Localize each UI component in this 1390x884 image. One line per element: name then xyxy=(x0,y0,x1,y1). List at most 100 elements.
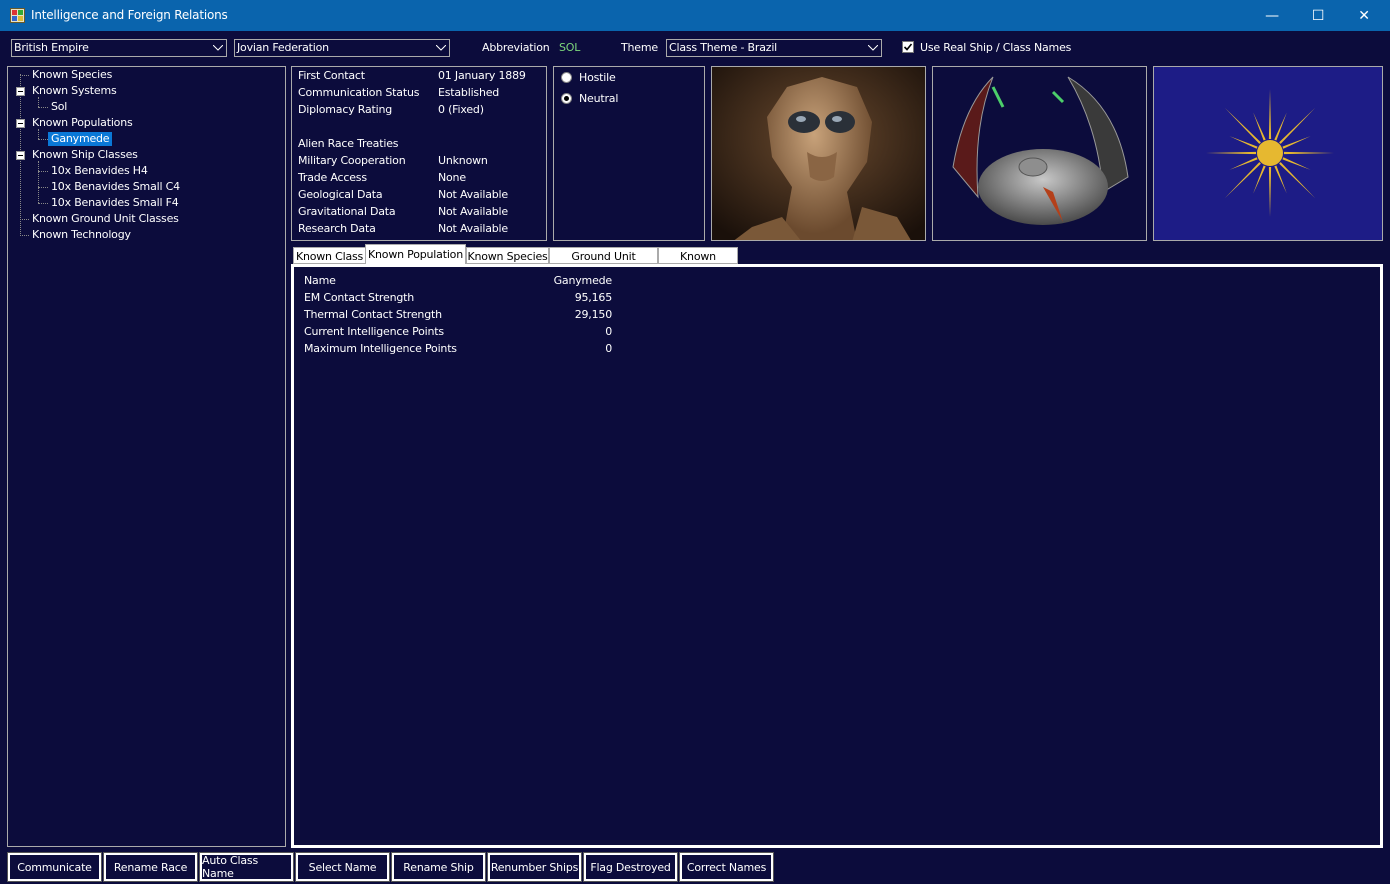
info-label: Diplomacy Rating xyxy=(298,103,393,116)
theme-label: Theme xyxy=(621,41,658,54)
chevron-down-icon xyxy=(432,40,449,56)
sun-disc xyxy=(1257,140,1283,166)
checkmark-icon xyxy=(903,43,913,51)
population-value: 0 xyxy=(605,325,612,338)
tree-line xyxy=(20,75,29,76)
chevron-down-icon xyxy=(864,40,881,56)
info-value: Unknown xyxy=(438,154,488,167)
hostile-radio[interactable] xyxy=(561,72,572,83)
info-label: Trade Access xyxy=(298,171,367,184)
population-value: 95,165 xyxy=(574,291,612,304)
maximize-icon: ☐ xyxy=(1311,7,1325,24)
collapse-populations-toggle[interactable] xyxy=(16,119,25,128)
tree-item-ship-class[interactable]: 10x Benavides Small F4 xyxy=(51,196,179,210)
info-label: First Contact xyxy=(298,69,365,82)
tree-item-known-technology[interactable]: Known Technology xyxy=(32,228,131,242)
collapse-ship-classes-toggle[interactable] xyxy=(16,151,25,160)
tree-line xyxy=(38,107,48,108)
sun-flag-icon xyxy=(1206,89,1334,217)
sun-ray xyxy=(1253,165,1266,194)
chevron-down-icon xyxy=(209,40,226,56)
tab-known-species[interactable]: Known Species xyxy=(466,247,549,264)
select-name-button[interactable]: Select Name xyxy=(295,852,390,882)
maximize-button[interactable]: ☐ xyxy=(1295,0,1341,31)
info-value: Not Available xyxy=(438,222,508,235)
tree-line xyxy=(38,139,48,140)
tree-item-ship-class[interactable]: 10x Benavides H4 xyxy=(51,164,148,178)
species-image[interactable] xyxy=(711,66,926,241)
abbreviation-label: Abbreviation xyxy=(482,41,550,54)
tree-item-known-ship-classes[interactable]: Known Ship Classes xyxy=(32,148,138,162)
auto-class-name-button[interactable]: Auto Class Name xyxy=(199,852,294,882)
tree-item-ship-class[interactable]: 10x Benavides Small C4 xyxy=(51,180,180,194)
tree-item-known-species[interactable]: Known Species xyxy=(32,68,112,82)
renumber-ships-button[interactable]: Renumber Ships xyxy=(487,852,582,882)
close-button[interactable]: ✕ xyxy=(1341,0,1387,31)
stance-panel xyxy=(553,66,705,241)
sun-ray xyxy=(1282,136,1311,149)
tree-item-known-ground-unit-classes[interactable]: Known Ground Unit Classes xyxy=(32,212,179,226)
population-label: Maximum Intelligence Points xyxy=(304,342,457,355)
abbreviation-value[interactable]: SOL xyxy=(559,41,580,54)
close-icon: ✕ xyxy=(1358,7,1370,24)
race-select[interactable]: British Empire xyxy=(11,39,227,57)
ship-image[interactable] xyxy=(932,66,1147,241)
info-value: Established xyxy=(438,86,500,99)
alien-race-select[interactable]: Jovian Federation xyxy=(234,39,450,57)
sun-ray xyxy=(1283,151,1334,155)
flag-image[interactable] xyxy=(1153,66,1383,241)
communicate-button[interactable]: Communicate xyxy=(7,852,102,882)
rename-ship-button[interactable]: Rename Ship xyxy=(391,852,486,882)
real-names-checkbox[interactable] xyxy=(902,41,914,53)
theme-select[interactable]: Class Theme - Brazil xyxy=(666,39,882,57)
info-label: Communication Status xyxy=(298,86,420,99)
population-value: 0 xyxy=(605,342,612,355)
population-label: EM Contact Strength xyxy=(304,291,415,304)
tree-item-known-populations[interactable]: Known Populations xyxy=(32,116,133,130)
population-value: 29,150 xyxy=(574,308,612,321)
minimize-icon: — xyxy=(1265,7,1279,24)
rename-race-button[interactable]: Rename Race xyxy=(103,852,198,882)
tab-known-class[interactable]: Known Class xyxy=(293,247,366,264)
info-label: Gravitational Data xyxy=(298,205,396,218)
neutral-radio[interactable] xyxy=(561,93,572,104)
tree-item-sol[interactable]: Sol xyxy=(51,100,67,114)
tree-line xyxy=(38,129,39,139)
population-label: Current Intelligence Points xyxy=(304,325,444,338)
theme-select-value: Class Theme - Brazil xyxy=(669,41,778,54)
sun-ray xyxy=(1268,166,1272,217)
tab-ground-unit-classes[interactable]: Ground Unit Classes xyxy=(549,247,658,280)
population-label: Thermal Contact Strength xyxy=(304,308,442,321)
info-value: 0 (Fixed) xyxy=(438,103,484,116)
sun-ray xyxy=(1282,157,1311,170)
sun-ray xyxy=(1224,162,1261,199)
tab-known-population[interactable]: Known Population xyxy=(365,244,466,265)
sun-ray xyxy=(1253,112,1266,141)
real-names-label: Use Real Ship / Class Names xyxy=(920,41,1072,54)
sun-ray xyxy=(1279,162,1316,199)
info-value: Not Available xyxy=(438,188,508,201)
tree-line xyxy=(38,171,48,172)
flag-destroyed-button[interactable]: Flag Destroyed xyxy=(583,852,678,882)
tree-line xyxy=(20,219,29,220)
sun-ray xyxy=(1279,107,1316,144)
sun-ray xyxy=(1229,136,1258,149)
minimize-button[interactable]: — xyxy=(1249,0,1295,31)
tree-line xyxy=(38,97,39,107)
race-select-value: British Empire xyxy=(14,41,89,54)
info-label: Research Data xyxy=(298,222,376,235)
window-title: Intelligence and Foreign Relations xyxy=(31,8,228,22)
tab-known-system[interactable]: Known System xyxy=(658,247,738,280)
tree-line xyxy=(38,203,48,204)
alien-race-select-value: Jovian Federation xyxy=(237,41,329,54)
correct-names-button[interactable]: Correct Names xyxy=(679,852,774,882)
alien-ship-icon xyxy=(952,76,1129,225)
collapse-systems-toggle[interactable] xyxy=(16,87,25,96)
tree-item-known-systems[interactable]: Known Systems xyxy=(32,84,117,98)
neutral-label: Neutral xyxy=(579,92,619,105)
alien-portrait-icon xyxy=(712,67,925,240)
tree-item-ganymede[interactable]: Ganymede xyxy=(48,132,113,146)
population-label: Name xyxy=(304,274,336,287)
tree-line xyxy=(38,161,39,203)
info-label: Military Cooperation xyxy=(298,154,406,167)
